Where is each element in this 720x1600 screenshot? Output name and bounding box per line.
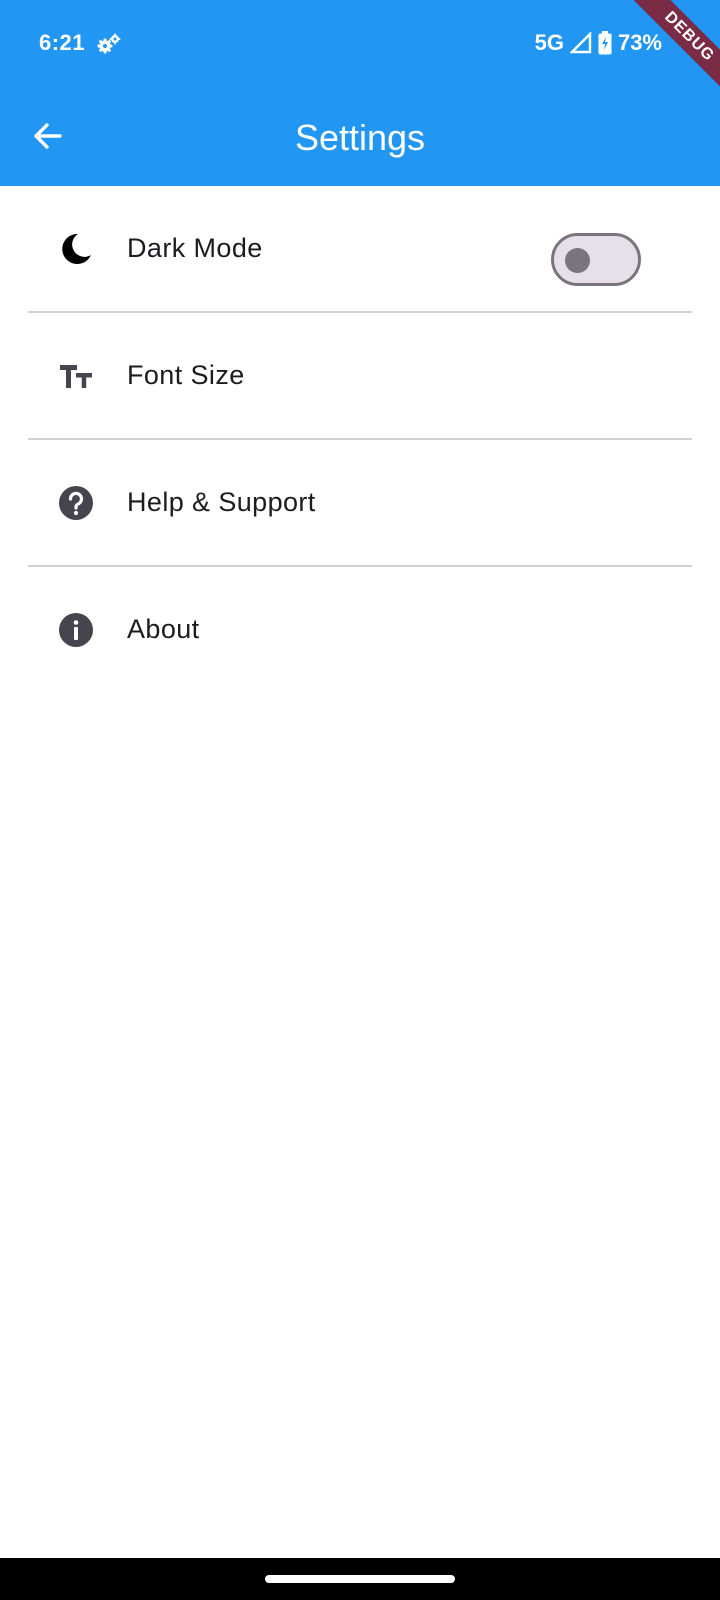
moon-icon	[57, 230, 95, 268]
setting-label-help-support: Help & Support	[127, 487, 316, 517]
setting-label-about: About	[127, 614, 200, 644]
network-type: 5G	[534, 30, 564, 55]
app-bar: Settings	[0, 90, 720, 186]
setting-label-dark-mode: Dark Mode	[127, 233, 263, 263]
signal-icon	[569, 32, 592, 54]
setting-about[interactable]: About	[0, 567, 720, 692]
setting-dark-mode[interactable]: Dark Mode	[0, 186, 720, 311]
toggle-thumb	[565, 248, 590, 273]
arrow-back-icon	[32, 120, 64, 157]
battery-charging-icon	[598, 31, 612, 55]
battery-level: 73%	[617, 30, 662, 55]
page-title: Settings	[294, 117, 426, 158]
help-icon	[57, 484, 95, 522]
setting-font-size[interactable]: Font Size	[0, 313, 720, 438]
gear-icon	[96, 31, 122, 57]
text-size-icon	[57, 357, 95, 395]
home-gesture-handle[interactable]	[265, 1575, 455, 1583]
back-button[interactable]	[22, 112, 74, 164]
info-icon	[57, 611, 95, 649]
setting-label-font-size: Font Size	[127, 360, 245, 390]
status-indicators: 5G 73%	[535, 30, 662, 56]
status-bar: 6:21 5G 73%	[0, 0, 720, 90]
navigation-bar	[0, 1558, 720, 1600]
settings-list: Dark Mode Font Size Help & Support About	[0, 186, 720, 692]
status-time: 6:21	[39, 30, 86, 55]
dark-mode-toggle[interactable]	[551, 233, 641, 286]
settings-screen: 6:21 5G 73% Settings DEBUG Dark Mode Fon…	[0, 0, 720, 1600]
setting-help-support[interactable]: Help & Support	[0, 440, 720, 565]
